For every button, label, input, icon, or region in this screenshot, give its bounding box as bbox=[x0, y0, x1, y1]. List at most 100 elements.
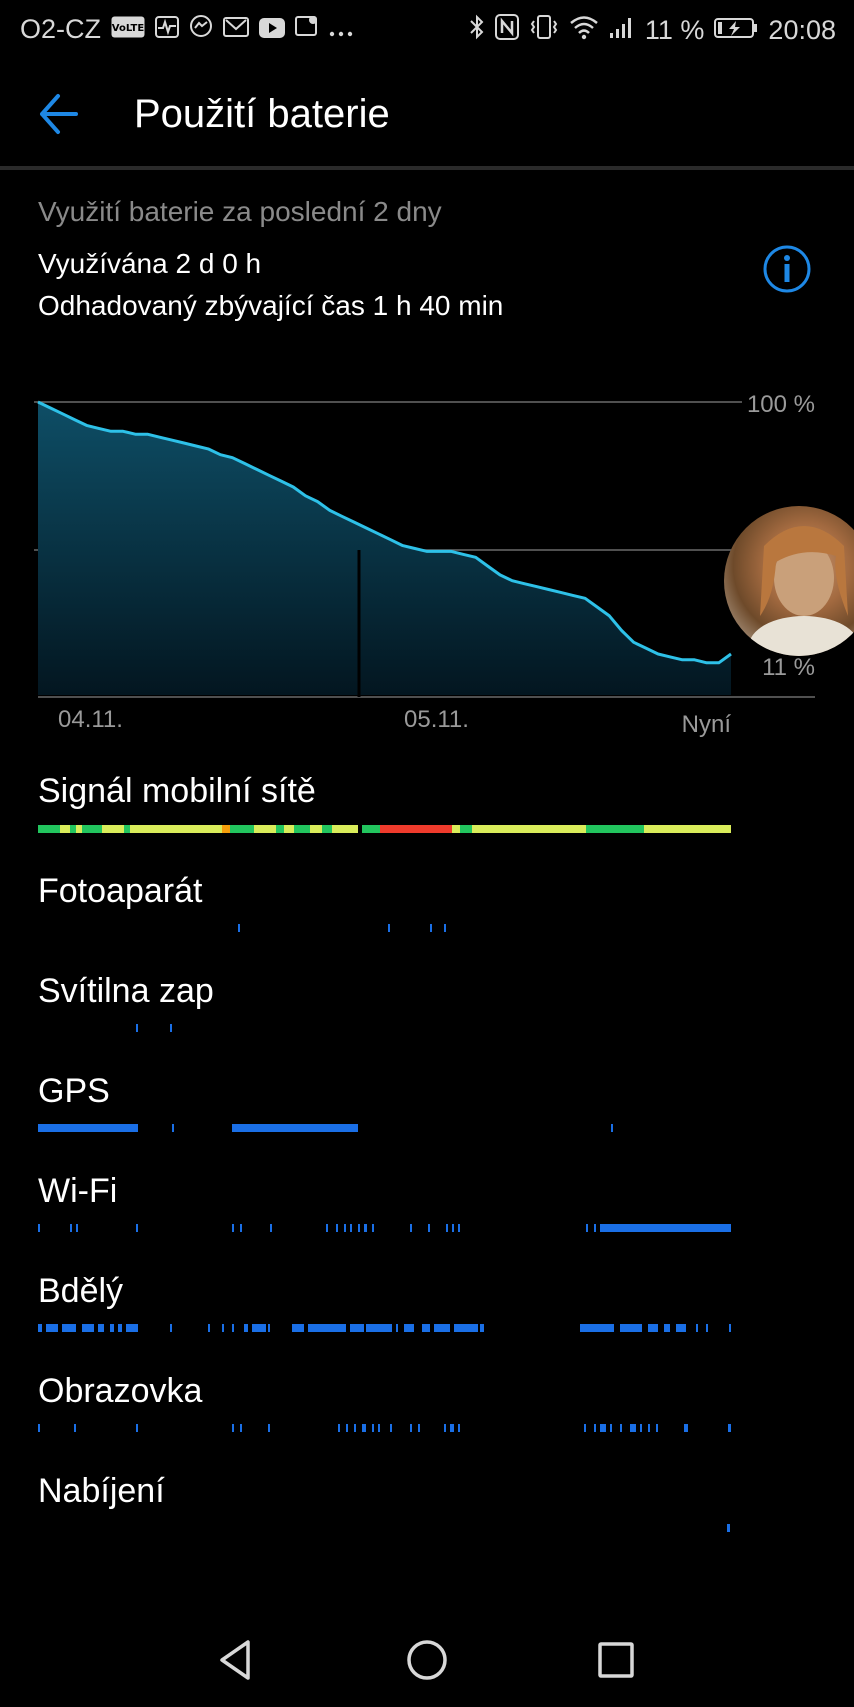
activity-tick bbox=[676, 1324, 686, 1332]
x-label-0: 04.11. bbox=[58, 706, 123, 733]
activity-tick bbox=[76, 1224, 78, 1232]
activity-tick bbox=[350, 1224, 352, 1232]
activity-tick bbox=[434, 1324, 450, 1332]
activity-tick bbox=[232, 1424, 234, 1432]
activity-tick bbox=[240, 1224, 242, 1232]
activity-tick bbox=[594, 1424, 596, 1432]
signal-segment bbox=[284, 825, 294, 833]
nav-home-button[interactable] bbox=[397, 1630, 457, 1690]
activity-tick bbox=[428, 1224, 430, 1232]
signal-segment bbox=[102, 825, 124, 833]
activity-tick bbox=[364, 1224, 367, 1232]
y-label-current: 11 % bbox=[762, 654, 815, 681]
activity-tick bbox=[648, 1424, 650, 1432]
activity-tick bbox=[600, 1424, 606, 1432]
circle-home-icon bbox=[407, 1640, 447, 1680]
activity-tick bbox=[422, 1324, 430, 1332]
activity-tick bbox=[580, 1324, 614, 1332]
activity-tick bbox=[232, 1124, 358, 1132]
app-bar: Použití baterie bbox=[0, 60, 854, 166]
activity-tick bbox=[418, 1424, 420, 1432]
activity-tick bbox=[430, 924, 432, 932]
row-label-wifi: Wi-Fi bbox=[38, 1172, 118, 1210]
activity-tick bbox=[338, 1424, 340, 1432]
activity-tick bbox=[372, 1424, 374, 1432]
activity-tick bbox=[404, 1324, 414, 1332]
x-label-1: 05.11. bbox=[404, 706, 469, 733]
signal-segment bbox=[460, 825, 472, 833]
activity-tick bbox=[136, 1224, 138, 1232]
activity-tick bbox=[696, 1324, 698, 1332]
triangle-back-icon bbox=[220, 1640, 250, 1680]
activity-tick bbox=[446, 1224, 448, 1232]
messenger-icon bbox=[189, 14, 213, 45]
x-label-now: Nyní bbox=[682, 711, 732, 738]
activity-tick bbox=[450, 1424, 454, 1432]
usage-period-subtitle: Využití baterie za poslední 2 dny bbox=[38, 196, 442, 227]
nav-recents-button[interactable] bbox=[586, 1630, 646, 1690]
activity-tick bbox=[388, 924, 390, 932]
bluetooth-icon bbox=[469, 14, 485, 47]
activity-tick bbox=[98, 1324, 104, 1332]
activity-tick bbox=[46, 1324, 58, 1332]
activity-tick bbox=[410, 1224, 412, 1232]
nav-back-button[interactable] bbox=[208, 1630, 268, 1690]
signal-segment bbox=[76, 825, 82, 833]
activity-tick bbox=[684, 1424, 688, 1432]
activity-tick bbox=[727, 1524, 730, 1532]
activity-tick bbox=[648, 1324, 658, 1332]
activity-tick bbox=[358, 1224, 360, 1232]
back-arrow-path bbox=[40, 94, 78, 134]
activity-tick bbox=[452, 1224, 454, 1232]
activity-tick bbox=[480, 1324, 484, 1332]
signal-segment bbox=[82, 825, 102, 833]
status-left: O2-CZ VoLTE bbox=[20, 14, 353, 45]
activity-tick bbox=[458, 1424, 460, 1432]
signal-segment bbox=[472, 825, 586, 833]
info-icon bbox=[763, 245, 811, 293]
activity-tick bbox=[594, 1224, 596, 1232]
usage-duration: Využívána 2 d 0 h bbox=[38, 248, 262, 279]
activity-tick bbox=[444, 1424, 446, 1432]
back-arrow-icon bbox=[40, 94, 78, 134]
signal-segment bbox=[294, 825, 310, 833]
back-button[interactable] bbox=[30, 84, 100, 144]
signal-segment bbox=[310, 825, 322, 833]
volte-icon: VoLTE bbox=[111, 14, 145, 45]
activity-tick bbox=[252, 1324, 266, 1332]
activity-tick bbox=[630, 1424, 636, 1432]
info-button[interactable] bbox=[762, 244, 812, 294]
activity-tick bbox=[454, 1324, 478, 1332]
battery-charging-icon bbox=[714, 15, 758, 46]
signal-icon bbox=[609, 15, 635, 46]
activity-tick bbox=[222, 1324, 224, 1332]
signal-segment bbox=[230, 825, 254, 833]
signal-segment bbox=[406, 825, 452, 833]
svg-text:VoLTE: VoLTE bbox=[112, 23, 145, 34]
activity-tick bbox=[38, 1124, 138, 1132]
activity-tick bbox=[82, 1324, 94, 1332]
signal-segment bbox=[358, 825, 361, 833]
battery-percent: 11 % bbox=[644, 15, 705, 45]
signal-segment bbox=[586, 825, 644, 833]
activity-tick bbox=[366, 1324, 392, 1332]
clock: 20:08 bbox=[768, 15, 836, 45]
signal-segment bbox=[124, 825, 130, 833]
activity-tick bbox=[344, 1224, 346, 1232]
vibrate-icon bbox=[529, 14, 559, 47]
activity-tick bbox=[664, 1324, 670, 1332]
signal-segment bbox=[222, 825, 230, 833]
more-dots-icon bbox=[329, 14, 353, 45]
row-label-camera: Fotoaparát bbox=[38, 872, 203, 910]
page-title: Použití baterie bbox=[134, 92, 390, 136]
nfc-icon bbox=[494, 14, 519, 47]
signal-segment bbox=[332, 825, 358, 833]
header-divider bbox=[0, 166, 854, 170]
activity-tick bbox=[118, 1324, 122, 1332]
signal-segment bbox=[60, 825, 70, 833]
activity-tick bbox=[238, 924, 240, 932]
activity-tick bbox=[336, 1224, 338, 1232]
activity-tick bbox=[38, 1424, 40, 1432]
activity-tick bbox=[292, 1324, 304, 1332]
signal-segment bbox=[380, 825, 406, 833]
